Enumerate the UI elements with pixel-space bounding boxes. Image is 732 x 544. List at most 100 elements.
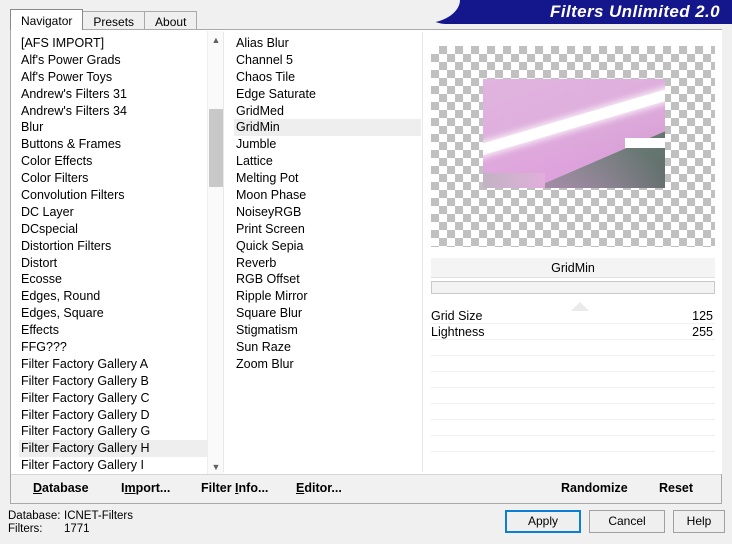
label-pre: Filter: [201, 481, 236, 495]
database-menu-button[interactable]: Database: [33, 481, 89, 495]
category-item[interactable]: Blur: [19, 119, 210, 136]
reset-button[interactable]: Reset: [659, 481, 693, 495]
import-menu-button[interactable]: Import...: [121, 481, 170, 495]
filter-item[interactable]: Alias Blur: [234, 35, 421, 52]
filter-item[interactable]: Jumble: [234, 136, 421, 153]
parameter-panel: GridMin Grid Size 125 Lightness 255: [431, 258, 715, 465]
param-row-empty: [431, 420, 715, 436]
filter-item[interactable]: Edge Saturate: [234, 86, 421, 103]
category-item[interactable]: Ecosse: [19, 271, 210, 288]
parameter-rows: Grid Size 125 Lightness 255: [431, 302, 715, 452]
category-item[interactable]: Effects: [19, 322, 210, 339]
category-item[interactable]: DCspecial: [19, 221, 210, 238]
category-item[interactable]: Filter Factory Gallery H: [19, 440, 210, 458]
category-item[interactable]: Andrew's Filters 34: [19, 103, 210, 120]
database-label: Database:: [8, 510, 61, 522]
param-row-lightness[interactable]: Lightness 255: [431, 324, 715, 340]
category-scrollbar[interactable]: ▲ ▼: [207, 31, 223, 475]
scrollbar-thumb[interactable]: [209, 109, 223, 187]
preview-image: [483, 79, 665, 188]
category-item[interactable]: Alf's Power Toys: [19, 69, 210, 86]
filter-item[interactable]: RGB Offset: [234, 271, 421, 288]
randomize-button[interactable]: Randomize: [561, 481, 628, 495]
help-button[interactable]: Help: [673, 510, 725, 533]
category-item[interactable]: Buttons & Frames: [19, 136, 210, 153]
param-row-empty: [431, 404, 715, 420]
param-row-empty: [431, 356, 715, 372]
param-row-grid-size[interactable]: Grid Size 125: [431, 308, 715, 324]
category-item[interactable]: Color Effects: [19, 153, 210, 170]
category-item[interactable]: Color Filters: [19, 170, 210, 187]
filters-unlimited-window: Filters Unlimited 2.0 Navigator Presets …: [0, 0, 732, 544]
category-item[interactable]: Edges, Square: [19, 305, 210, 322]
param-row-empty: [431, 340, 715, 356]
preview-pane: GridMin Grid Size 125 Lightness 255: [423, 30, 722, 474]
filter-item[interactable]: Sun Raze: [234, 339, 421, 356]
category-item[interactable]: Filter Factory Gallery G: [19, 423, 210, 440]
database-value: ICNET-Filters: [64, 510, 133, 522]
filter-item[interactable]: Lattice: [234, 153, 421, 170]
database-info: Database: ICNET-Filters Filters: 1771: [8, 510, 133, 536]
category-item[interactable]: Distortion Filters: [19, 238, 210, 255]
scroll-up-arrow[interactable]: ▲: [208, 31, 224, 48]
param-label: Lightness: [431, 325, 485, 339]
param-row-empty: [431, 372, 715, 388]
filter-item[interactable]: Melting Pot: [234, 170, 421, 187]
accel-key: m: [124, 481, 136, 495]
param-value: 255: [692, 325, 713, 339]
category-item[interactable]: Filter Factory Gallery C: [19, 390, 210, 407]
preview-checkerboard[interactable]: [431, 46, 715, 247]
filter-item[interactable]: GridMin: [234, 119, 421, 137]
param-value: 125: [692, 309, 713, 323]
filter-item[interactable]: NoiseyRGB: [234, 204, 421, 221]
accel-key: D: [33, 481, 43, 495]
filter-info-menu-button[interactable]: Filter Info...: [201, 481, 268, 495]
category-item[interactable]: Distort: [19, 255, 210, 272]
param-row-empty: [431, 436, 715, 452]
category-item[interactable]: Filter Factory Gallery B: [19, 373, 210, 390]
parameter-progress-bar[interactable]: [431, 281, 715, 294]
filter-item[interactable]: Reverb: [234, 255, 421, 272]
filter-item[interactable]: Print Screen: [234, 221, 421, 238]
category-item[interactable]: DC Layer: [19, 204, 210, 221]
filter-item[interactable]: Channel 5: [234, 52, 421, 69]
scroll-down-arrow[interactable]: ▼: [208, 458, 224, 475]
apply-button[interactable]: Apply: [505, 510, 581, 533]
filter-item[interactable]: Stigmatism: [234, 322, 421, 339]
status-bar: Database: ICNET-Filters Filters: 1771 Appl…: [0, 504, 732, 544]
category-item[interactable]: Filter Factory Gallery A: [19, 356, 210, 373]
filter-item[interactable]: Square Blur: [234, 305, 421, 322]
category-item[interactable]: Andrew's Filters 31: [19, 86, 210, 103]
app-title-banner: Filters Unlimited 2.0: [420, 0, 732, 24]
category-list[interactable]: [AFS IMPORT] Alf's Power Grads Alf's Power…: [11, 30, 210, 474]
app-title-text: Filters Unlimited 2.0: [550, 2, 720, 21]
category-item[interactable]: Edges, Round: [19, 288, 210, 305]
label-rest: port...: [135, 481, 171, 495]
category-item[interactable]: Filter Factory Gallery I: [19, 457, 210, 474]
cancel-button[interactable]: Cancel: [589, 510, 665, 533]
param-row-empty: [431, 388, 715, 404]
label-rest: atabase: [42, 481, 89, 495]
filter-item[interactable]: Chaos Tile: [234, 69, 421, 86]
tab-presets[interactable]: Presets: [82, 11, 146, 30]
editor-menu-button[interactable]: Editor...: [296, 481, 342, 495]
param-label: Grid Size: [431, 309, 483, 323]
filter-item[interactable]: Moon Phase: [234, 187, 421, 204]
filter-item[interactable]: Ripple Mirror: [234, 288, 421, 305]
filter-item[interactable]: Quick Sepia: [234, 238, 421, 255]
label-rest: ditor...: [304, 481, 342, 495]
filter-list[interactable]: Alias Blur Channel 5 Chaos Tile Edge Satura…: [224, 30, 421, 474]
category-item[interactable]: Filter Factory Gallery D: [19, 407, 210, 424]
filter-item[interactable]: Zoom Blur: [234, 356, 421, 373]
category-item[interactable]: FFG???: [19, 339, 210, 356]
tab-navigator[interactable]: Navigator: [10, 9, 84, 30]
tab-strip: Navigator Presets About: [10, 9, 198, 30]
category-item[interactable]: Alf's Power Grads: [19, 52, 210, 69]
category-item[interactable]: [AFS IMPORT]: [19, 35, 210, 52]
label-rest: nfo...: [238, 481, 269, 495]
filter-item[interactable]: GridMed: [234, 103, 421, 120]
preview-white-stripe-right: [624, 137, 665, 148]
action-toolbar: Database Import... Filter Info... Editor…: [11, 474, 721, 503]
tab-about[interactable]: About: [144, 11, 198, 30]
category-item[interactable]: Convolution Filters: [19, 187, 210, 204]
